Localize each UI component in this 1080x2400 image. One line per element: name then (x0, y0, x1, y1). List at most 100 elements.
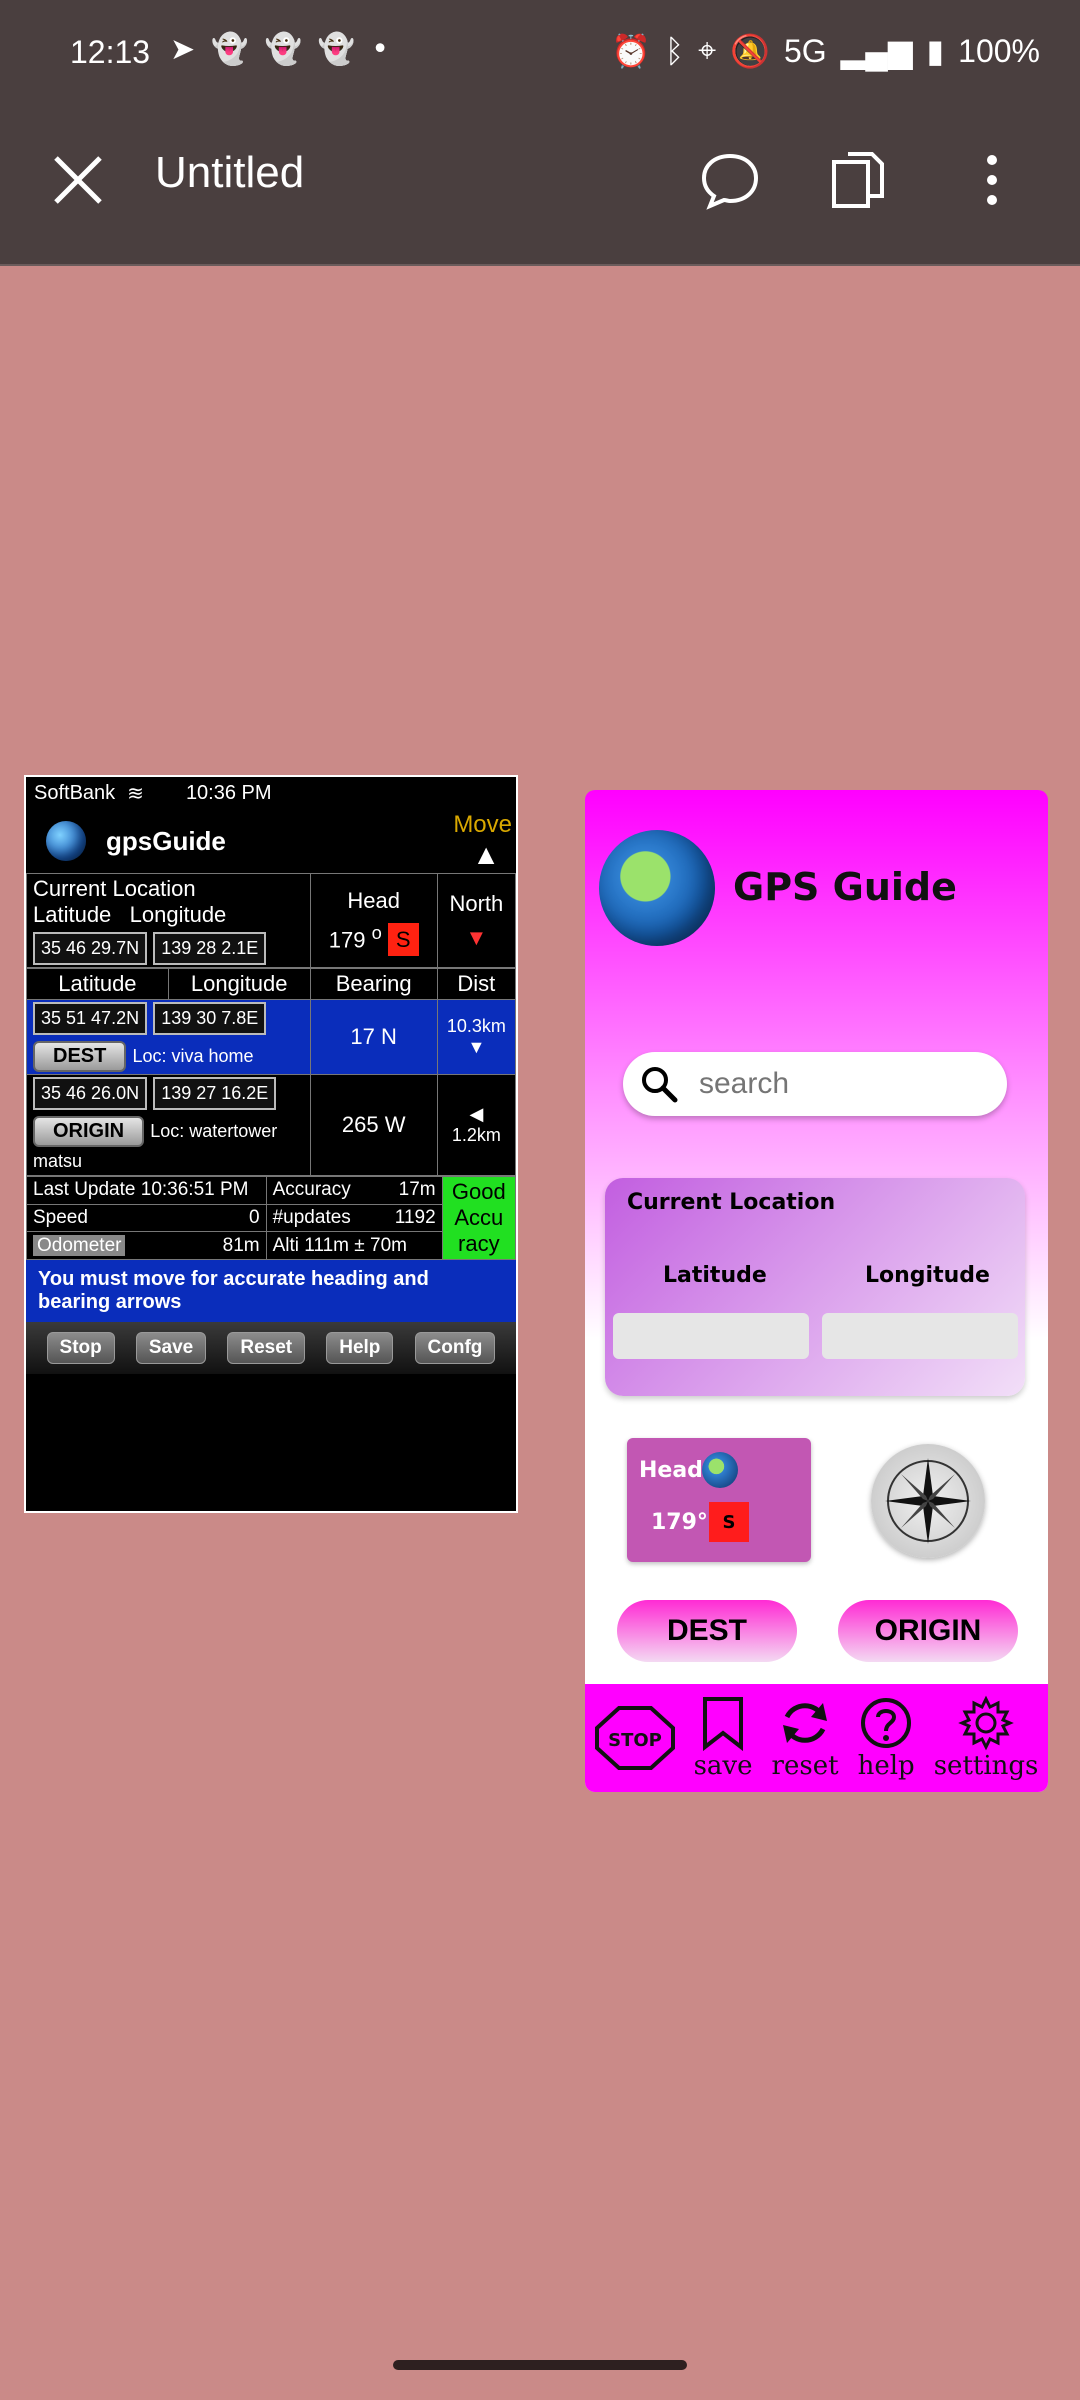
battery-icon: ▮ (926, 33, 945, 69)
legacy-current-table: Current Location Latitude Longitude 35 4… (26, 873, 517, 968)
alti-value: 111m (304, 1234, 350, 1256)
app-bar: Untitled (0, 112, 1080, 266)
legacy-save-button[interactable]: Save (135, 1332, 207, 1364)
mute-icon: 🔕 (730, 33, 770, 69)
app-title: GPS Guide (733, 865, 957, 909)
globe-icon (46, 821, 86, 861)
accuracy-value: 17m (398, 1179, 436, 1201)
status-bar: 12:13 ➤ 👻 👻 👻 • ⏰ ᛒ ⌖ 🔕 5G ▂▄▆ ▮ 100% (0, 0, 1080, 112)
bearing-header: Bearing (309, 968, 438, 1000)
latitude-label: Latitude (663, 1263, 767, 1288)
head-direction: S (387, 923, 419, 957)
alti-tolerance: ± 70m (354, 1234, 407, 1256)
dest-location-name: Loc: viva home (132, 1046, 254, 1066)
navigation-icon: ➤ (170, 32, 196, 67)
current-location-title: Current Location (627, 1190, 836, 1215)
origin-direction: W (384, 1112, 406, 1137)
origin-lon-value: 139 27 16.2E (153, 1077, 277, 1110)
head-label: Head (639, 1458, 703, 1483)
legacy-dest-button[interactable]: DEST (33, 1041, 127, 1072)
accuracy-label: Accuracy (272, 1179, 351, 1201)
dest-button[interactable]: DEST (617, 1600, 797, 1662)
help-nav-item[interactable]: help (858, 1695, 915, 1781)
updates-value: 1192 (394, 1206, 436, 1228)
help-icon (861, 1698, 912, 1748)
home-indicator[interactable] (393, 2360, 687, 2370)
dist-header: Dist (436, 968, 517, 1000)
north-label: North (449, 890, 504, 916)
current-location-card: Current Location Latitude Longitude (605, 1178, 1025, 1396)
stop-nav-item[interactable]: STOP (594, 1706, 675, 1770)
origin-lat-value: 35 46 26.0N (33, 1077, 148, 1110)
dest-bearing: 17 (350, 1024, 375, 1049)
legacy-help-button[interactable]: Help (326, 1332, 394, 1364)
latitude-header: Latitude (26, 968, 169, 1000)
network-label: 5G (783, 32, 827, 69)
snapchat-icon: 👻 (211, 32, 249, 67)
heading-card: Head 179° S (627, 1438, 811, 1562)
arrow-down-icon: ▼ (467, 1037, 486, 1057)
close-icon[interactable] (48, 150, 108, 210)
legacy-notice: You must move for accurate heading and b… (26, 1260, 516, 1322)
odometer-value: 81m (222, 1234, 260, 1256)
latitude-label: Latitude (33, 902, 112, 927)
head-direction: S (709, 1502, 749, 1542)
longitude-header: Longitude (167, 968, 311, 1000)
origin-distance: 1.2km (451, 1125, 501, 1145)
save-nav-item[interactable]: save (693, 1695, 753, 1781)
save-label: save (693, 1751, 753, 1781)
legacy-reset-button[interactable]: Reset (227, 1332, 306, 1364)
legacy-origin-button[interactable]: ORIGIN (33, 1116, 145, 1147)
search-icon (642, 1067, 678, 1103)
longitude-field[interactable] (822, 1313, 1018, 1359)
refresh-icon (783, 1703, 828, 1743)
latitude-field[interactable] (613, 1313, 809, 1359)
current-lon-value: 139 28 2.1E (153, 932, 267, 965)
legacy-stop-button[interactable]: Stop (46, 1332, 115, 1364)
settings-nav-item[interactable]: settings (934, 1695, 1038, 1781)
stop-icon-label: STOP (608, 1730, 662, 1751)
origin-bearing: 265 (341, 1112, 379, 1137)
bluetooth-icon: ᛒ (664, 32, 685, 69)
arrow-up-icon: ▲ (472, 839, 500, 870)
compass-icon (871, 1444, 985, 1558)
signal-icon: ▂▄▆ (840, 33, 913, 69)
more-options-icon[interactable] (960, 148, 1024, 212)
current-location-label: Current Location (33, 876, 196, 901)
longitude-label: Longitude (865, 1263, 990, 1288)
last-update-value: 10:36:51 PM (140, 1179, 249, 1201)
system-icons: ⏰ ᛒ ⌖ 🔕 5G ▂▄▆ ▮ 100% (611, 32, 1040, 70)
origin-button[interactable]: ORIGIN (838, 1600, 1018, 1662)
wifi-icon: ≋ (127, 782, 144, 805)
globe-icon (702, 1452, 738, 1488)
legacy-status-bar: SoftBank ≋ 10:36 PM (26, 777, 516, 809)
comment-icon[interactable] (698, 148, 762, 212)
search-bar[interactable] (623, 1052, 1007, 1116)
good-accuracy-badge: Good Accu racy (441, 1176, 517, 1260)
stop-icon: STOP (594, 1706, 675, 1770)
search-input[interactable] (697, 1066, 961, 1102)
dest-distance: 10.3km (446, 1016, 506, 1036)
location-icon: ⌖ (698, 32, 717, 68)
legacy-stats-table: Last Update 10:36:51 PM Accuracy 17m Goo… (26, 1176, 517, 1260)
odometer-label: Odometer (33, 1234, 126, 1256)
reset-nav-item[interactable]: reset (772, 1695, 839, 1781)
legacy-title: gpsGuide (106, 825, 226, 856)
gps-guide-mockup: GPS Guide Current Location Latitude Long… (585, 790, 1048, 1792)
snapchat-icon: 👻 (317, 32, 356, 67)
notification-icons: ➤ 👻 👻 👻 • (170, 32, 389, 67)
copy-icon[interactable] (826, 148, 890, 212)
move-label: Move (453, 811, 512, 838)
snapchat-icon: 👻 (264, 32, 302, 67)
legacy-config-button[interactable]: Confg (414, 1332, 496, 1364)
head-value: 179 (328, 927, 366, 953)
updates-label: #updates (272, 1206, 351, 1228)
compass-needle-icon: ▼ (465, 924, 488, 950)
globe-icon (599, 830, 715, 946)
help-label: help (857, 1751, 915, 1781)
dest-direction: N (381, 1024, 397, 1049)
current-lat-value: 35 46 29.7N (33, 932, 148, 965)
speed-label: Speed (33, 1206, 88, 1228)
legacy-header: gpsGuide Move ▲ (26, 809, 516, 873)
head-value: 179° (651, 1510, 708, 1535)
